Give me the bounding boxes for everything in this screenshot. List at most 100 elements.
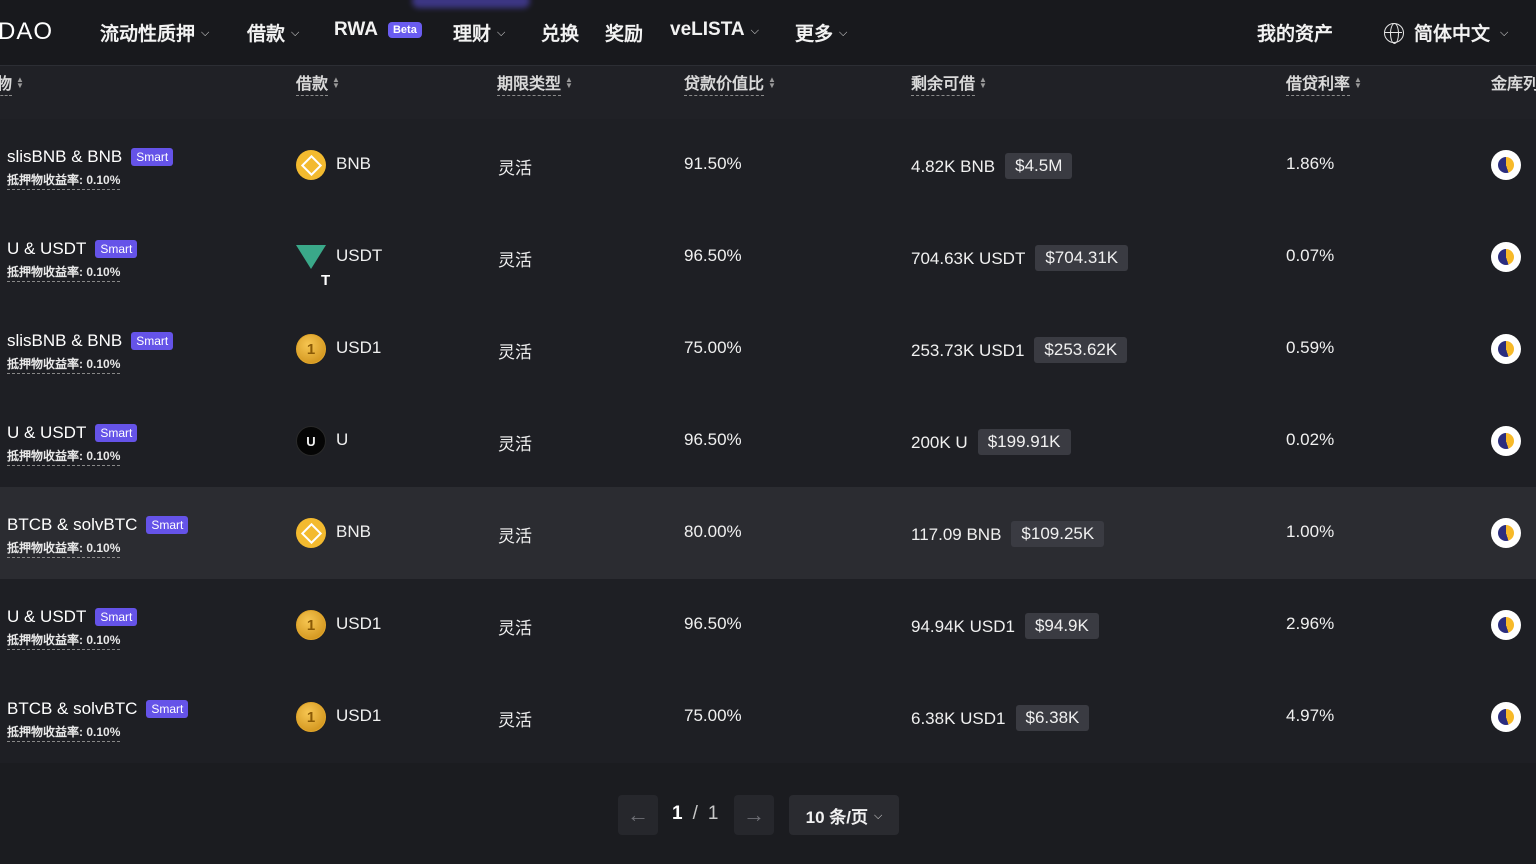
chevron-down-icon: ⌵ xyxy=(201,27,210,39)
vault-icon[interactable] xyxy=(1491,610,1521,640)
header-remaining[interactable]: 剩余可借 ▲ ▼ xyxy=(911,70,987,96)
my-assets-link[interactable]: 我的资产 xyxy=(1257,19,1333,46)
yield-label: 抵押物收益率: xyxy=(7,265,83,279)
header-rate-label: 借贷利率 xyxy=(1286,70,1351,96)
nav-liquid-staking-label: 流动性质押 xyxy=(100,24,196,45)
borrow-rate: 2.96% xyxy=(1286,614,1335,633)
nav-more[interactable]: 更多 ⌵ xyxy=(795,19,847,46)
nav-earn[interactable]: 理财 ⌵ xyxy=(453,19,505,46)
remaining-cell: 4.82K BNB $4.5M xyxy=(911,153,1073,180)
table-header: 物 ▲ ▼ 借款 ▲ ▼ 期限类型 ▲ ▼ 贷款价值比 ▲ ▼ 剩余可借 ▲ ▼ 借贷利率… xyxy=(0,66,1536,119)
sort-icon: ▲ ▼ xyxy=(16,75,24,90)
header-ltv-label: 贷款价值比 xyxy=(684,70,765,96)
table-row[interactable]: slisBNB & BNB Smart 抵押物收益率: 0.10% BNB 灵活… xyxy=(0,119,1536,211)
nav-borrow[interactable]: 借款 ⌵ xyxy=(247,19,299,46)
arrow-right-icon: → xyxy=(743,802,765,827)
page-separator: / xyxy=(692,803,698,824)
borrow-rate: 0.07% xyxy=(1286,246,1335,265)
chevron-down-icon: ⌵ xyxy=(1500,27,1509,39)
sort-icon: ▲ ▼ xyxy=(979,75,987,90)
top-nav: DAO 流动性质押 ⌵ 借款 ⌵ RWA Beta 理财 ⌵ 兑换 奖励 veL… xyxy=(0,0,1536,66)
table-row[interactable]: U & USDT Smart 抵押物收益率: 0.10% 1 USD1 灵活 9… xyxy=(0,579,1536,671)
header-ltv[interactable]: 贷款价值比 ▲ ▼ xyxy=(684,70,776,96)
current-page: 1 xyxy=(672,803,683,824)
sort-icon: ▲ ▼ xyxy=(332,75,340,90)
nav-rewards[interactable]: 奖励 xyxy=(605,19,643,46)
header-term-type[interactable]: 期限类型 ▲ ▼ xyxy=(497,70,573,96)
remaining-amount: 117.09 BNB xyxy=(911,525,1002,544)
vault-icon[interactable] xyxy=(1491,150,1521,180)
nav-liquid-staking[interactable]: 流动性质押 ⌵ xyxy=(100,19,209,46)
sort-icon: ▲ ▼ xyxy=(1354,75,1362,90)
collateral-yield[interactable]: 抵押物收益率: 0.10% xyxy=(7,723,121,742)
remaining-usd: $6.38K xyxy=(1015,705,1090,731)
table-row[interactable]: U & USDT Smart 抵押物收益率: 0.10% U U 灵活 96.5… xyxy=(0,395,1536,487)
header-rate[interactable]: 借贷利率 ▲ ▼ xyxy=(1286,70,1362,96)
remaining-cell: 704.63K USDT $704.31K xyxy=(911,245,1129,272)
collateral-yield[interactable]: 抵押物收益率: 0.10% xyxy=(7,171,121,190)
arrow-left-icon: ← xyxy=(627,802,649,827)
header-collateral[interactable]: 物 ▲ ▼ xyxy=(0,70,24,96)
borrow-asset: U xyxy=(336,430,349,449)
beta-badge: Beta xyxy=(387,22,422,38)
header-remaining-label: 剩余可借 xyxy=(911,70,976,96)
remaining-usd: $109.25K xyxy=(1011,521,1105,547)
logo[interactable]: DAO xyxy=(0,18,53,46)
globe-icon xyxy=(1384,22,1404,44)
collateral-yield[interactable]: 抵押物收益率: 0.10% xyxy=(7,539,121,558)
smart-badge: Smart xyxy=(146,516,189,534)
yield-label: 抵押物收益率: xyxy=(7,173,83,187)
header-borrow[interactable]: 借款 ▲ ▼ xyxy=(296,70,340,96)
collateral-yield[interactable]: 抵押物收益率: 0.10% xyxy=(7,447,121,466)
term-type: 灵活 xyxy=(498,619,532,638)
remaining-amount: 200K U xyxy=(911,433,968,452)
header-vault-label: 金库列 xyxy=(1491,76,1536,93)
borrow-rate: 1.00% xyxy=(1286,522,1335,541)
vault-icon[interactable] xyxy=(1491,702,1521,732)
collateral-yield[interactable]: 抵押物收益率: 0.10% xyxy=(7,355,121,374)
table-row[interactable]: slisBNB & BNB Smart 抵押物收益率: 0.10% 1 USD1… xyxy=(0,303,1536,395)
table-row[interactable]: BTCB & solvBTC Smart 抵押物收益率: 0.10% 1 USD… xyxy=(0,671,1536,763)
borrow-rate: 0.59% xyxy=(1286,338,1335,357)
next-page-button[interactable]: → xyxy=(734,795,774,835)
nav-swap[interactable]: 兑换 xyxy=(541,19,579,46)
bnb-icon xyxy=(296,150,326,180)
nav-swap-label: 兑换 xyxy=(541,24,580,45)
vault-icon[interactable] xyxy=(1491,518,1521,548)
borrow-asset: USD1 xyxy=(336,706,382,725)
collateral-yield[interactable]: 抵押物收益率: 0.10% xyxy=(7,263,121,282)
nav-velista[interactable]: veLISTA ⌵ xyxy=(670,19,759,41)
language-selector[interactable]: 简体中文 ⌵ xyxy=(1384,19,1508,46)
term-type: 灵活 xyxy=(498,711,532,730)
borrow-rate: 1.86% xyxy=(1286,154,1335,173)
nav-rwa[interactable]: RWA Beta xyxy=(334,19,422,41)
page-size-select[interactable]: 10 条/页 ⌵ xyxy=(789,795,899,835)
collateral-cell: slisBNB & BNB Smart xyxy=(7,147,174,167)
collateral-cell: U & USDT Smart xyxy=(7,607,138,627)
remaining-amount: 704.63K USDT xyxy=(911,249,1026,268)
smart-badge: Smart xyxy=(95,608,138,626)
term-type: 灵活 xyxy=(498,343,532,362)
yield-value: 0.10% xyxy=(86,633,121,647)
collateral-yield[interactable]: 抵押物收益率: 0.10% xyxy=(7,631,121,650)
remaining-amount: 6.38K USD1 xyxy=(911,709,1006,728)
yield-label: 抵押物收益率: xyxy=(7,449,83,463)
yield-label: 抵押物收益率: xyxy=(7,633,83,647)
remaining-usd: $4.5M xyxy=(1005,153,1073,179)
header-vault[interactable]: 金库列 xyxy=(1491,70,1536,94)
table-row[interactable]: BTCB & solvBTC Smart 抵押物收益率: 0.10% BNB 灵… xyxy=(0,487,1536,579)
nav-earn-label: 理财 xyxy=(453,24,492,45)
remaining-amount: 94.94K USD1 xyxy=(911,617,1015,636)
remaining-usd: $704.31K xyxy=(1035,245,1129,271)
ltv-value: 96.50% xyxy=(684,246,742,265)
ltv-value: 75.00% xyxy=(684,338,742,357)
table-row[interactable]: U & USDT Smart 抵押物收益率: 0.10% T USDT 灵活 9… xyxy=(0,211,1536,303)
collateral-cell: BTCB & solvBTC Smart xyxy=(7,699,189,719)
smart-badge: Smart xyxy=(95,240,138,258)
vault-icon[interactable] xyxy=(1491,334,1521,364)
prev-page-button[interactable]: ← xyxy=(618,795,658,835)
remaining-cell: 200K U $199.91K xyxy=(911,429,1071,456)
vault-icon[interactable] xyxy=(1491,242,1521,272)
chevron-down-icon: ⌵ xyxy=(874,809,883,822)
vault-icon[interactable] xyxy=(1491,426,1521,456)
